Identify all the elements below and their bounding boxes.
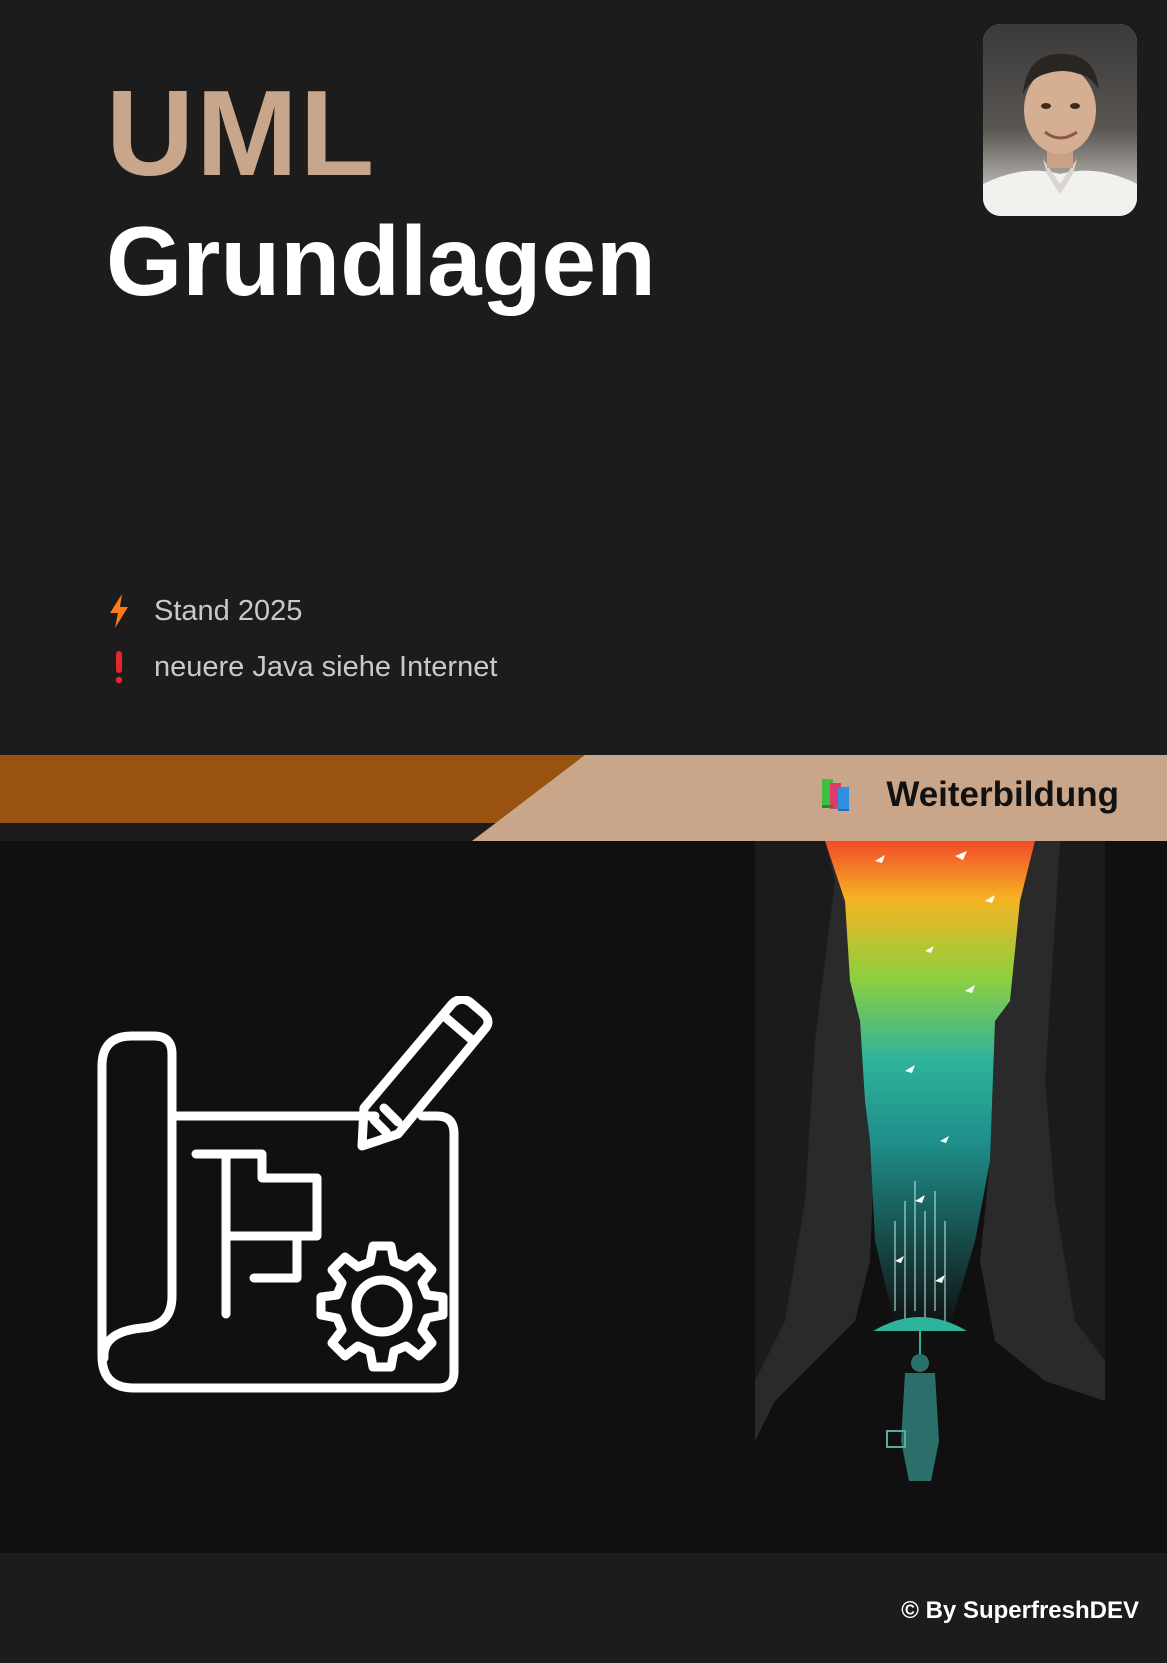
meta-hint: neuere Java siehe Internet	[106, 650, 497, 684]
footer: © By SuperfreshDEV	[0, 1553, 1167, 1663]
category-text: Weiterbildung	[886, 775, 1119, 814]
cover-header: UML Grundlagen Stand 2025 neuere Java si…	[0, 0, 1167, 755]
lightning-icon	[106, 594, 132, 628]
category-band: Weiterbildung	[0, 755, 1167, 841]
title-main: UML	[106, 65, 377, 201]
author-avatar	[983, 24, 1137, 216]
title-subtitle: Grundlagen	[106, 206, 656, 316]
blueprint-icon	[92, 994, 502, 1421]
books-icon	[820, 777, 860, 813]
exclamation-icon	[106, 650, 132, 684]
meta-hint-text: neuere Java siehe Internet	[154, 650, 498, 683]
meta-stand-text: Stand 2025	[154, 594, 303, 627]
copyright-text: © By SuperfreshDEV	[901, 1597, 1139, 1624]
portrait-image	[983, 24, 1137, 216]
city-rain-artwork	[755, 841, 1105, 1521]
illustration-area	[0, 841, 1167, 1553]
category-label: Weiterbildung	[820, 775, 1119, 815]
meta-stand: Stand 2025	[106, 594, 302, 628]
